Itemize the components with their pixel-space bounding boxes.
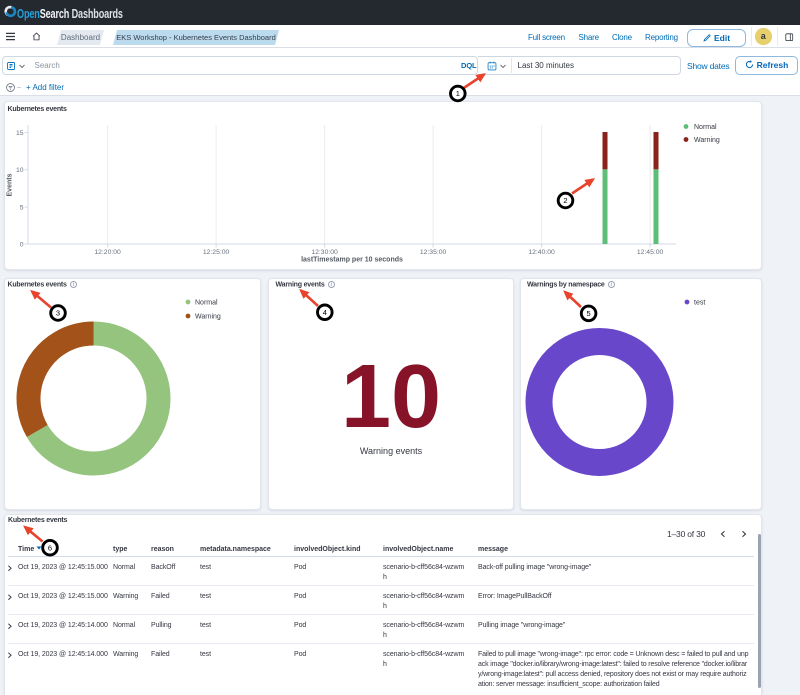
svg-text:0: 0 — [20, 241, 24, 248]
svg-text:lastTimestamp per 10 seconds: lastTimestamp per 10 seconds — [301, 257, 403, 264]
svg-text:Events: Events — [7, 173, 14, 196]
svg-text:12:45:00: 12:45:00 — [637, 249, 664, 256]
svg-text:test: test — [694, 300, 705, 307]
svg-text:10: 10 — [16, 167, 24, 174]
svg-text:Normal: Normal — [694, 124, 717, 131]
svg-text:Warning: Warning — [195, 314, 221, 321]
svg-text:15: 15 — [16, 130, 24, 137]
svg-text:12:25:00: 12:25:00 — [203, 249, 230, 256]
svg-text:Warning: Warning — [694, 137, 720, 144]
svg-text:5: 5 — [20, 205, 24, 212]
svg-text:Normal: Normal — [195, 300, 218, 307]
svg-text:12:40:00: 12:40:00 — [528, 249, 555, 256]
svg-text:12:20:00: 12:20:00 — [94, 249, 121, 256]
svg-text:12:30:00: 12:30:00 — [311, 249, 338, 256]
svg-text:12:35:00: 12:35:00 — [420, 249, 447, 256]
